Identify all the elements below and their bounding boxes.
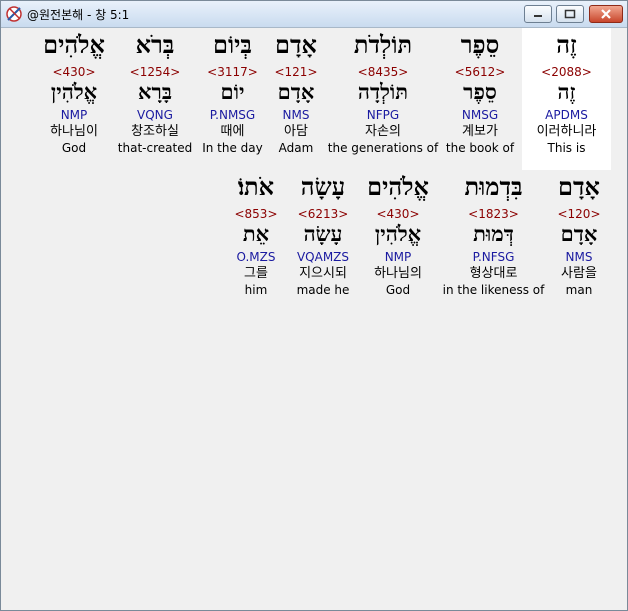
word-cell[interactable]: אֱלֹהִים <430> אֱלֹהִין NMP 하나님이 God (34, 28, 114, 156)
parsing-code: VQAMZS (296, 250, 350, 264)
hebrew-lemma: סֵפֶר (463, 79, 497, 104)
hebrew-word: אֱלֹהִים (367, 172, 429, 201)
english-gloss: that-created (117, 141, 193, 155)
parsing-code: P.NMSG (209, 108, 256, 122)
strongs-number[interactable]: <853> (228, 207, 284, 222)
hebrew-word: בְּיוֹם (213, 30, 252, 59)
strongs-number[interactable]: <8435> (326, 65, 440, 80)
word-cell[interactable]: אָדָם <120> אָדָם NMS 사람을 man (547, 170, 611, 298)
hebrew-word: אָדָם (558, 172, 600, 201)
hebrew-lemma: אָדָם (277, 79, 315, 104)
strongs-number[interactable]: <3117> (199, 65, 266, 80)
hebrew-lemma: אָדָם (560, 221, 598, 246)
english-gloss: in the likeness of (442, 283, 545, 297)
english-gloss: In the day (202, 141, 263, 155)
word-cell[interactable]: עָשָׂה <6213> עָשָׂה VQAMZS 지으시되 made he (289, 170, 357, 298)
korean-gloss: 하나님의 (374, 266, 422, 281)
english-gloss: God (61, 141, 87, 155)
app-window: @원전본해 - 창 5:1 זֶה <2088> זֶה APDMS 이러하니라… (0, 0, 628, 611)
parsing-code: NFPG (366, 108, 400, 122)
korean-gloss: 아담 (284, 124, 308, 139)
hebrew-word: אֹתוֹ׃ (237, 172, 275, 201)
strongs-number[interactable]: <6213> (289, 207, 357, 222)
english-gloss: him (244, 283, 268, 297)
title-bar[interactable]: @원전본해 - 창 5:1 (1, 1, 627, 28)
hebrew-lemma: דְּמוּת (473, 221, 514, 246)
hebrew-lemma: בָּרָא (138, 79, 172, 104)
strongs-number[interactable]: <2088> (522, 65, 611, 80)
word-cell[interactable]: אֱלֹהִים <430> אֱלֹהִין NMP 하나님의 God (362, 170, 434, 298)
english-gloss: the generations of (327, 141, 439, 155)
maximize-button[interactable] (556, 5, 584, 23)
hebrew-word: תּוֹלְדֹת (353, 30, 413, 59)
word-cell[interactable]: בִּדְמוּת <1823> דְּמוּת P.NFSG 형상대로 in … (440, 170, 547, 298)
minimize-button[interactable] (524, 5, 552, 23)
word-cell[interactable]: אֹתוֹ׃ <853> אֵת O.MZS 그를 him (228, 170, 284, 298)
strongs-number[interactable]: <430> (362, 207, 434, 222)
hebrew-lemma: אֱלֹהִין (50, 79, 98, 104)
word-cell[interactable]: סֵפֶר <5612> סֵפֶר NMSG 계보가 the book of (440, 28, 520, 156)
strongs-number[interactable]: <121> (266, 65, 326, 80)
hebrew-word: אֱלֹהִים (43, 30, 105, 59)
word-cell[interactable]: אָדָם <121> אָדָם NMS 아담 Adam (266, 28, 326, 156)
hebrew-word: עָשָׂה (300, 172, 346, 201)
word-cell[interactable]: בְּרֹא <1254> בָּרָא VQNG 창조하실 that-crea… (114, 28, 196, 156)
interlinear-panel: זֶה <2088> זֶה APDMS 이러하니라 This is סֵפֶר… (4, 28, 624, 606)
hebrew-word: בִּדְמוּת (464, 172, 523, 201)
strongs-number[interactable]: <5612> (440, 65, 520, 80)
hebrew-word: זֶה (556, 30, 577, 59)
hebrew-word: אָדָם (275, 30, 317, 59)
strongs-number[interactable]: <1823> (440, 207, 547, 222)
word-cell[interactable]: תּוֹלְדֹת <8435> תּוֹלְדָה NFPG 자손의 the … (326, 28, 440, 156)
korean-gloss: 사람을 (561, 266, 597, 281)
hebrew-lemma: אֱלֹהִין (374, 221, 422, 246)
korean-gloss: 계보가 (462, 124, 498, 139)
minimize-icon (534, 15, 542, 17)
hebrew-lemma: עָשָׂה (303, 221, 343, 246)
parsing-code: NMP (384, 250, 412, 264)
parsing-code: NMP (60, 108, 88, 122)
korean-gloss: 지으시되 (299, 266, 347, 281)
window-title: @원전본해 - 창 5:1 (27, 8, 130, 22)
parsing-code: NMSG (461, 108, 499, 122)
korean-gloss: 이러하니라 (536, 124, 597, 139)
korean-gloss: 형상대로 (469, 266, 518, 281)
maximize-icon (564, 9, 576, 19)
parsing-code: VQNG (137, 108, 173, 122)
word-cell[interactable]: זֶה <2088> זֶה APDMS 이러하니라 This is (522, 28, 611, 170)
hebrew-word: סֵפֶר (460, 30, 500, 59)
parsing-code: O.MZS (236, 250, 276, 264)
strongs-number[interactable]: <1254> (114, 65, 196, 80)
strongs-number[interactable]: <430> (34, 65, 114, 80)
korean-gloss: 때에 (220, 124, 245, 139)
english-gloss: Adam (278, 141, 314, 155)
english-gloss: God (385, 283, 411, 297)
app-icon (6, 6, 22, 22)
english-gloss: the book of (445, 141, 515, 155)
close-icon (601, 9, 611, 19)
english-gloss: man (565, 283, 593, 297)
hebrew-lemma: תּוֹלְדָה (357, 79, 409, 104)
word-cell[interactable]: בְּיוֹם <3117> יוֹם P.NMSG 때에 In the day (199, 28, 266, 156)
parsing-code: APDMS (545, 108, 588, 122)
hebrew-lemma: זֶה (557, 79, 576, 104)
hebrew-lemma: אֵת (242, 221, 270, 246)
parsing-code: NMS (565, 250, 593, 264)
close-button[interactable] (589, 5, 623, 23)
hebrew-lemma: יוֹם (220, 79, 245, 104)
korean-gloss: 창조하실 (131, 124, 179, 139)
english-gloss: made he (296, 283, 350, 297)
parsing-code: NMS (282, 108, 310, 122)
strongs-number[interactable]: <120> (547, 207, 611, 222)
korean-gloss: 하나님이 (50, 124, 98, 139)
korean-gloss: 자손의 (365, 124, 401, 139)
english-gloss: This is (547, 141, 586, 155)
korean-gloss: 그를 (244, 266, 268, 281)
parsing-code: P.NFSG (472, 250, 515, 264)
hebrew-word: בְּרֹא (135, 30, 175, 59)
